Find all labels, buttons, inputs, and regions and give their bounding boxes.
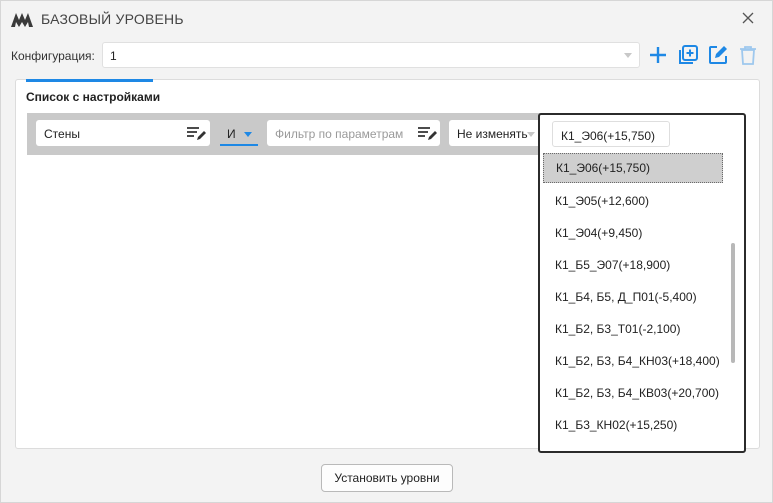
add-copy-icon[interactable] — [677, 44, 699, 66]
logo-icon — [11, 13, 33, 27]
dialog-window: БАЗОВЫЙ УРОВЕНЬ Конфигурация: 1 Список с… — [0, 0, 773, 503]
delete-icon[interactable] — [737, 44, 759, 66]
tab-indicator — [26, 79, 153, 82]
level-option[interactable]: К1_Б2, Б3, Б4_КВ03(+20,700) — [540, 377, 726, 409]
level-option[interactable]: К1_Э06(+15,750) — [543, 153, 723, 183]
level-option[interactable]: К1_Б3_КН02(+15,250) — [540, 409, 726, 441]
action-select[interactable]: Не изменять — [449, 120, 541, 146]
level-option[interactable]: К1_Э04(+9,450) — [540, 217, 726, 249]
panel-title: Список с настройками — [26, 90, 161, 104]
level-search-value: К1_Э06(+15,750) — [561, 129, 656, 143]
logic-operator-select[interactable]: И — [220, 120, 258, 146]
level-option[interactable]: К1_Б5_Э07(+18,900) — [540, 249, 726, 281]
set-levels-button[interactable]: Установить уровни — [321, 464, 453, 492]
window-title: БАЗОВЫЙ УРОВЕНЬ — [41, 11, 184, 27]
logic-operator-value: И — [227, 127, 236, 141]
plus-icon[interactable] — [647, 44, 669, 66]
chevron-down-icon — [624, 53, 632, 58]
category-value: Стены — [44, 127, 80, 141]
chevron-down-icon — [244, 132, 252, 137]
configuration-row: Конфигурация: 1 — [11, 42, 761, 68]
configuration-select[interactable]: 1 — [102, 42, 640, 68]
close-icon[interactable] — [737, 7, 759, 29]
level-option[interactable]: К1_Э05(+12,600) — [540, 185, 726, 217]
category-field[interactable]: Стены — [36, 120, 210, 146]
level-dropdown: К1_Э06(+15,750) К1_Э06(+15,750) К1_Э05(+… — [538, 113, 746, 453]
level-option[interactable]: К1_Б4, Б5, Д_П01(-5,400) — [540, 281, 726, 313]
action-value: Не изменять — [457, 127, 528, 141]
configuration-label: Конфигурация: — [11, 49, 95, 63]
edit-icon[interactable] — [707, 44, 729, 66]
edit-list-icon[interactable] — [417, 125, 437, 141]
parameter-filter-placeholder: Фильтр по параметрам — [275, 127, 404, 141]
parameter-filter-field[interactable]: Фильтр по параметрам — [267, 120, 440, 146]
level-option[interactable]: К1_Б2, Б3, Б4_КН03(+18,400) — [540, 345, 726, 377]
scrollbar[interactable] — [731, 243, 735, 363]
level-search-input[interactable]: К1_Э06(+15,750) — [552, 121, 670, 147]
level-option[interactable]: К1_Б2, Б3_Т01(-2,100) — [540, 313, 726, 345]
level-list: К1_Э06(+15,750) К1_Э05(+12,600) К1_Э04(+… — [540, 153, 726, 441]
title-bar: БАЗОВЫЙ УРОВЕНЬ — [1, 1, 772, 35]
edit-list-icon[interactable] — [186, 125, 206, 141]
chevron-down-icon — [527, 132, 535, 137]
configuration-value: 1 — [110, 49, 117, 63]
